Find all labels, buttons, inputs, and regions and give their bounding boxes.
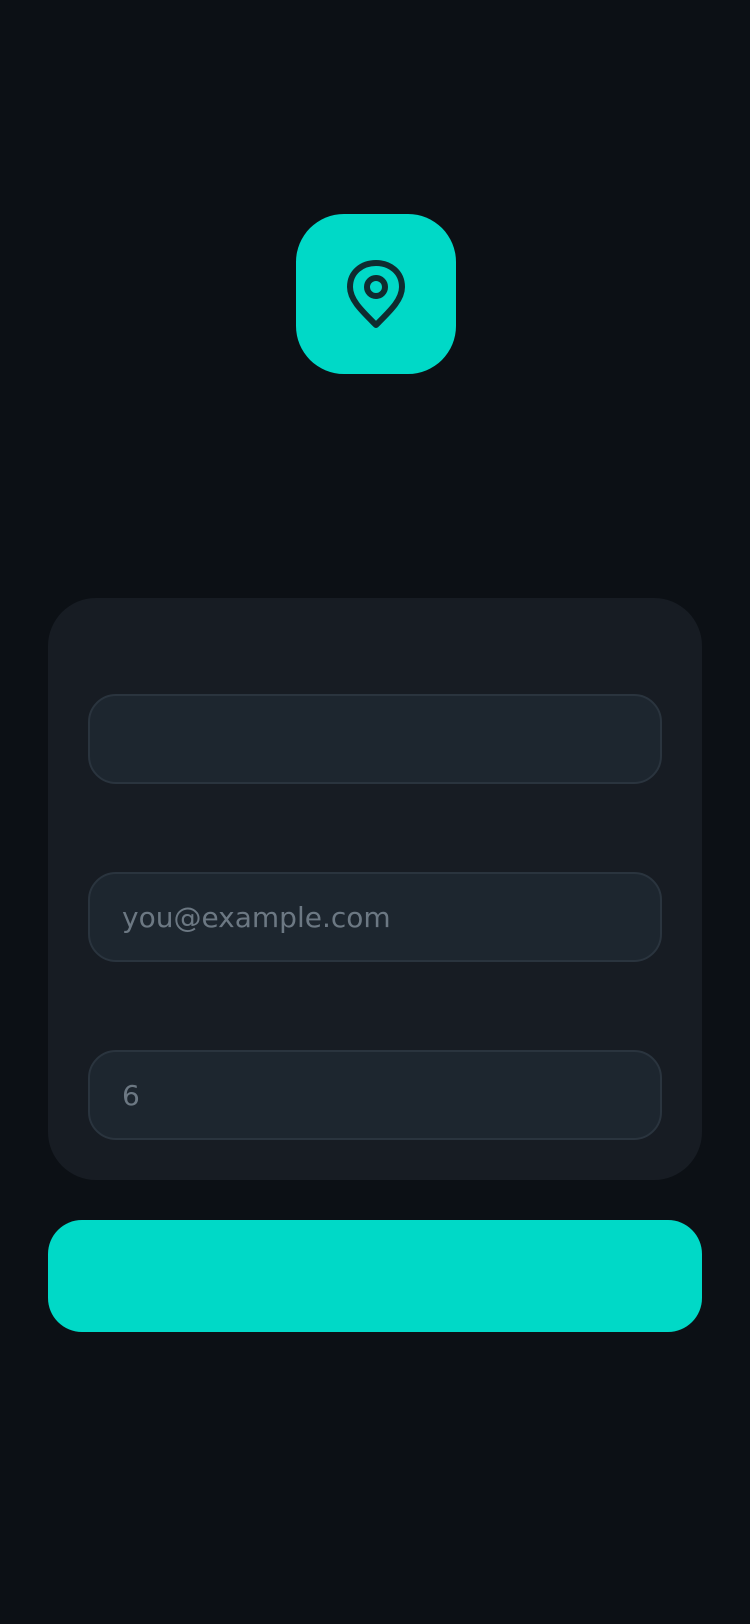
email-field[interactable] [88,872,662,962]
form-card [48,598,702,1180]
name-field[interactable] [88,694,662,784]
submit-button[interactable] [48,1220,702,1332]
app-logo [296,214,456,374]
map-pin-icon [347,260,405,328]
count-field[interactable] [88,1050,662,1140]
